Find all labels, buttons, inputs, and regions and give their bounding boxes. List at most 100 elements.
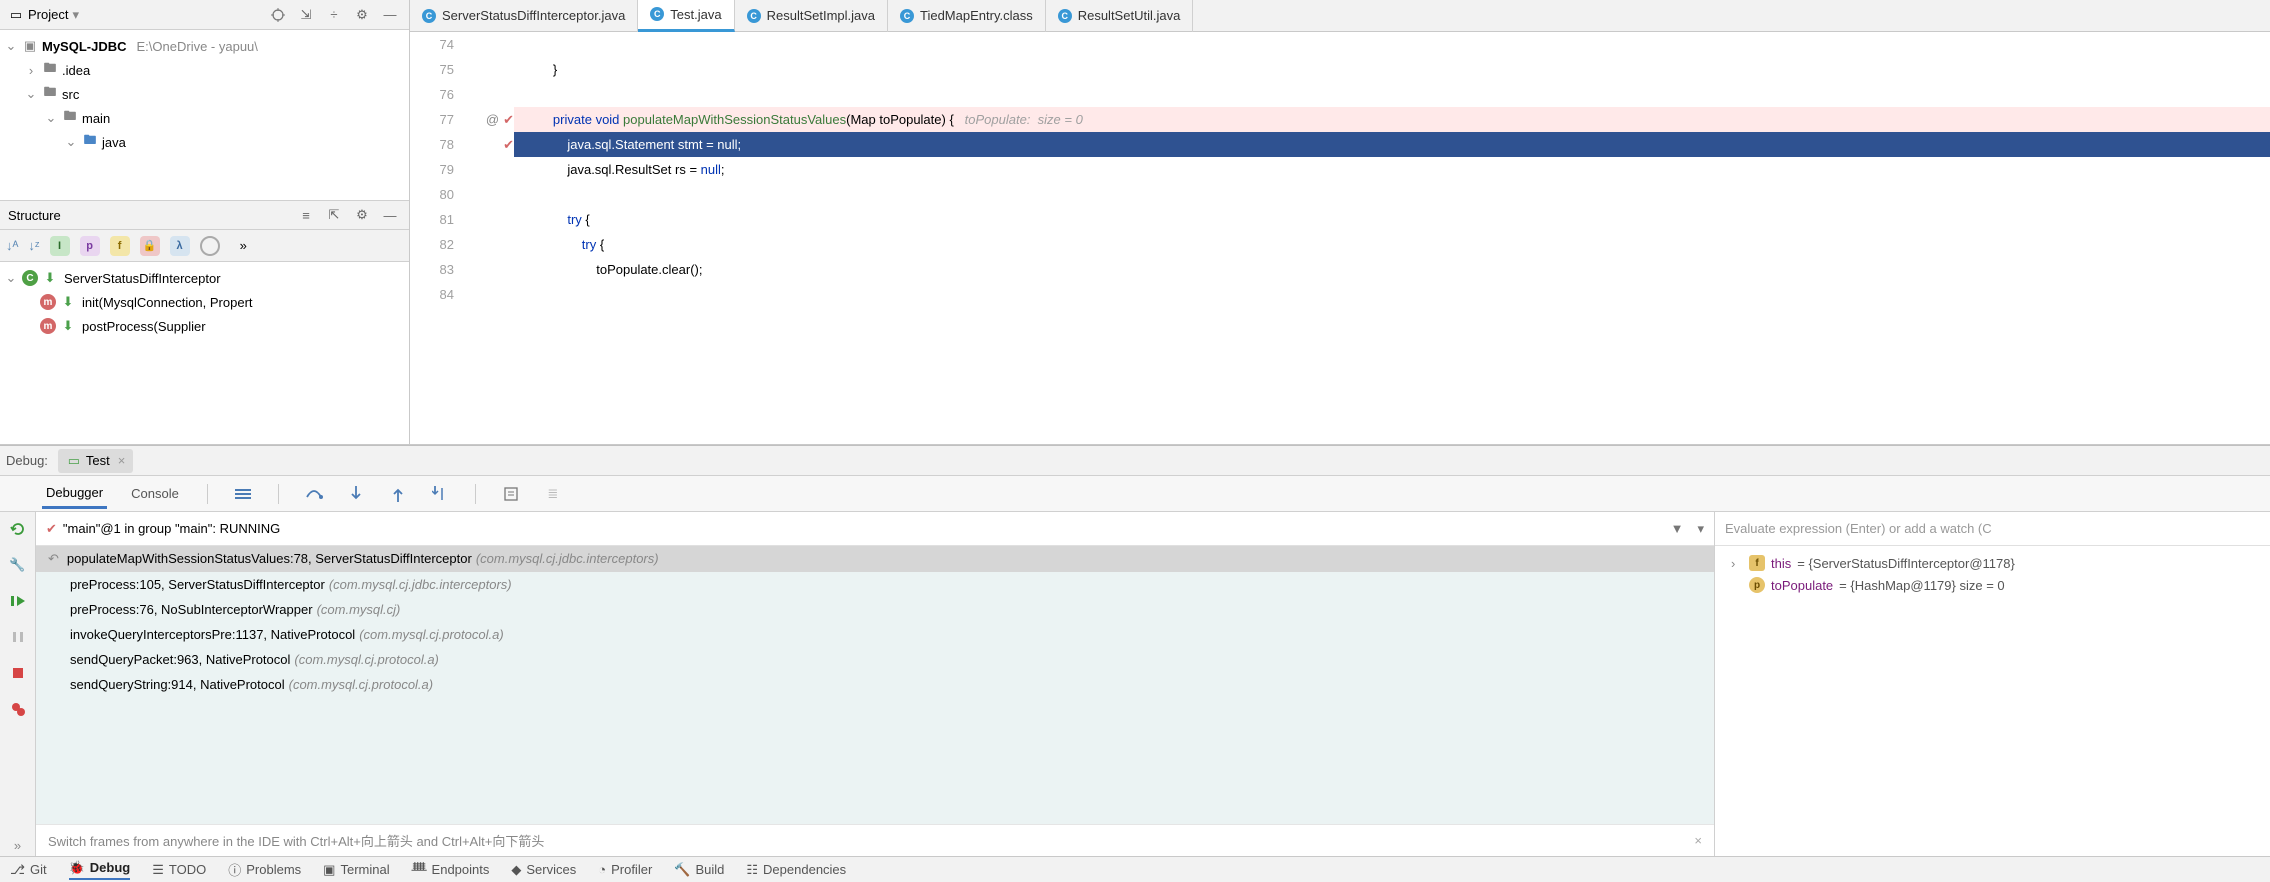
- run-config-icon: ▭: [66, 453, 82, 469]
- stack-frame[interactable]: sendQueryPacket:963, NativeProtocol (com…: [36, 647, 1714, 672]
- folder-icon: 🖿: [42, 86, 58, 102]
- statusbar-build[interactable]: 🔨Build: [674, 862, 724, 878]
- trace-icon[interactable]: ≣: [542, 483, 564, 505]
- structure-method-row[interactable]: m ⬇ postProcess(Supplier: [0, 314, 409, 338]
- tree-row[interactable]: ⌄ 🖿 main: [0, 106, 409, 130]
- chevron-down-icon: ▾: [72, 7, 79, 23]
- hide-icon[interactable]: —: [379, 204, 401, 226]
- chevron-down-icon[interactable]: ⌄: [4, 270, 18, 286]
- method-name: postProcess(Supplier: [82, 319, 206, 334]
- show-interfaces-icon[interactable]: I: [50, 236, 70, 256]
- gear-icon[interactable]: ⚙: [351, 4, 373, 26]
- step-out-icon[interactable]: [387, 483, 409, 505]
- frame-method: sendQueryString:914, NativeProtocol: [70, 677, 285, 692]
- method-name: init(MysqlConnection, Propert: [82, 295, 253, 310]
- tab-label: TiedMapEntry.class: [920, 8, 1033, 23]
- frame-list[interactable]: ↶populateMapWithSessionStatusValues:78, …: [36, 546, 1714, 824]
- variable-row[interactable]: ptoPopulate = {HashMap@1179} size = 0: [1723, 574, 2262, 596]
- run-to-cursor-icon[interactable]: [429, 483, 451, 505]
- rerun-icon[interactable]: [7, 518, 29, 540]
- show-fields-icon[interactable]: f: [110, 236, 130, 256]
- wrench-icon[interactable]: 🔧: [7, 554, 29, 576]
- stack-frame[interactable]: invokeQueryInterceptorsPre:1137, NativeP…: [36, 622, 1714, 647]
- show-nonpublic-icon[interactable]: 🔒: [140, 236, 160, 256]
- class-icon: C: [22, 270, 38, 286]
- pause-icon[interactable]: [7, 626, 29, 648]
- statusbar-services[interactable]: ◆Services: [511, 862, 576, 878]
- variables-list[interactable]: ›fthis = {ServerStatusDiffInterceptor@11…: [1715, 546, 2270, 856]
- hide-icon[interactable]: —: [379, 4, 401, 26]
- close-icon[interactable]: ×: [118, 453, 126, 468]
- chevron-down-icon[interactable]: ⌄: [4, 38, 18, 54]
- tree-arrow-icon[interactable]: ›: [24, 63, 38, 78]
- code-area[interactable]: } private void populateMapWithSessionSta…: [514, 32, 2270, 444]
- variables-pane: Evaluate expression (Enter) or add a wat…: [1715, 512, 2270, 856]
- show-anonymous-icon[interactable]: [200, 236, 220, 256]
- statusbar-profiler[interactable]: ◔Profiler: [598, 862, 652, 877]
- stack-frame[interactable]: preProcess:76, NoSubInterceptorWrapper (…: [36, 597, 1714, 622]
- more-icon[interactable]: »: [7, 834, 29, 856]
- more-icon[interactable]: »: [240, 238, 247, 253]
- sort-visibility-icon[interactable]: ↓ᶻ: [28, 238, 39, 253]
- editor-tab[interactable]: CServerStatusDiffInterceptor.java: [410, 0, 638, 32]
- step-over-icon[interactable]: [303, 483, 325, 505]
- statusbar-endpoints[interactable]: ᚙEndpoints: [412, 862, 490, 878]
- check-icon: ✔: [46, 521, 57, 537]
- statusbar-debug[interactable]: 🐞Debug: [69, 860, 131, 880]
- structure-expand-icon[interactable]: ⇱: [323, 204, 345, 226]
- tab-debugger[interactable]: Debugger: [42, 479, 107, 509]
- expand-all-icon[interactable]: ⇲: [295, 4, 317, 26]
- bug-icon: 🐞: [69, 860, 85, 876]
- breakpoints-icon[interactable]: [7, 698, 29, 720]
- resume-icon[interactable]: [7, 590, 29, 612]
- show-properties-icon[interactable]: p: [80, 236, 100, 256]
- stack-frame[interactable]: preProcess:105, ServerStatusDiffIntercep…: [36, 572, 1714, 597]
- collapse-all-icon[interactable]: ÷: [323, 4, 345, 26]
- gear-icon[interactable]: ⚙: [351, 204, 373, 226]
- statusbar-terminal[interactable]: ▣Terminal: [323, 862, 389, 878]
- editor-tab[interactable]: CTiedMapEntry.class: [888, 0, 1046, 32]
- locate-icon[interactable]: [267, 4, 289, 26]
- code-editor[interactable]: 7475767778798081828384 @ ✔✔ } private vo…: [410, 32, 2270, 444]
- editor-tab[interactable]: CResultSetUtil.java: [1046, 0, 1194, 32]
- structure-class-row[interactable]: ⌄ C ⬇ ServerStatusDiffInterceptor: [0, 266, 409, 290]
- statusbar-todo[interactable]: ☰TODO: [152, 862, 206, 878]
- tree-row[interactable]: › 🖿 .idea: [0, 58, 409, 82]
- tree-arrow-icon[interactable]: ⌄: [64, 134, 78, 150]
- debug-config-tab[interactable]: ▭ Test ×: [58, 449, 133, 473]
- profiler-icon: ◔: [598, 862, 606, 877]
- project-selector[interactable]: ▭ Project ▾: [8, 7, 79, 23]
- statusbar-git[interactable]: ⎇Git: [10, 862, 47, 878]
- editor-tab[interactable]: CResultSetImpl.java: [735, 0, 888, 32]
- structure-tree[interactable]: ⌄ C ⬇ ServerStatusDiffInterceptor m ⬇ in…: [0, 262, 409, 444]
- stop-icon[interactable]: [7, 662, 29, 684]
- structure-method-row[interactable]: m ⬇ init(MysqlConnection, Propert: [0, 290, 409, 314]
- gutter-marks: @ ✔✔: [464, 32, 514, 444]
- variable-row[interactable]: ›fthis = {ServerStatusDiffInterceptor@11…: [1723, 552, 2262, 574]
- statusbar-dependencies[interactable]: ☷Dependencies: [746, 862, 846, 878]
- structure-sort-icon[interactable]: ≡: [295, 204, 317, 226]
- tree-arrow-icon[interactable]: ⌄: [44, 110, 58, 126]
- stack-frame[interactable]: sendQueryString:914, NativeProtocol (com…: [36, 672, 1714, 697]
- close-icon[interactable]: ×: [1694, 833, 1702, 848]
- thread-dump-icon[interactable]: [232, 483, 254, 505]
- tree-row[interactable]: ⌄ 🖿 java: [0, 130, 409, 154]
- tree-arrow-icon[interactable]: ⌄: [24, 86, 38, 102]
- thread-selector[interactable]: ✔ "main"@1 in group "main": RUNNING ▼ ▾: [36, 512, 1714, 546]
- step-into-icon[interactable]: [345, 483, 367, 505]
- sort-alpha-icon[interactable]: ↓ᴬ: [6, 238, 18, 253]
- evaluate-icon[interactable]: [500, 483, 522, 505]
- filter-icon[interactable]: ▼: [1671, 521, 1684, 536]
- frame-package: (com.mysql.cj): [317, 602, 401, 617]
- project-root-row[interactable]: ⌄ ▣ MySQL-JDBC E:\OneDrive - yapuu\: [0, 34, 409, 58]
- project-tree[interactable]: ⌄ ▣ MySQL-JDBC E:\OneDrive - yapuu\ › 🖿 …: [0, 30, 409, 200]
- evaluate-expression-input[interactable]: Evaluate expression (Enter) or add a wat…: [1715, 512, 2270, 546]
- chevron-down-icon[interactable]: ▾: [1697, 521, 1704, 537]
- chevron-right-icon[interactable]: ›: [1731, 556, 1743, 571]
- stack-frame[interactable]: ↶populateMapWithSessionStatusValues:78, …: [36, 546, 1714, 572]
- editor-tab[interactable]: CTest.java: [638, 0, 734, 32]
- statusbar-problems[interactable]: ⓘProblems: [228, 860, 301, 879]
- tree-row[interactable]: ⌄ 🖿 src: [0, 82, 409, 106]
- tab-console[interactable]: Console: [127, 480, 183, 507]
- show-inherited-icon[interactable]: λ: [170, 236, 190, 256]
